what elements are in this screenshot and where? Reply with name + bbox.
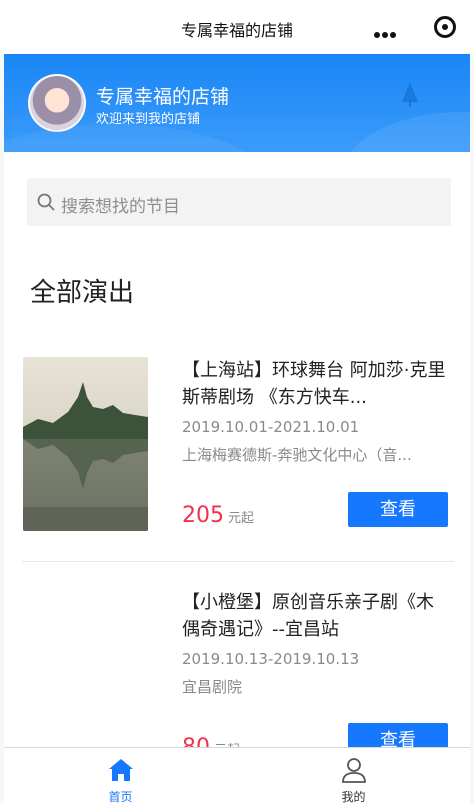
tab-home[interactable]: 首页 [4, 748, 237, 805]
shop-name: 专属幸福的店铺 [96, 86, 230, 108]
shop-header: 专属幸福的店铺 欢迎来到我的店铺 [4, 54, 470, 152]
header-decoration [344, 112, 470, 152]
view-button[interactable]: 查看 [348, 492, 448, 527]
divider [22, 561, 454, 562]
section-title: 全部演出 [30, 278, 135, 308]
shop-welcome: 欢迎来到我的店铺 [96, 112, 201, 127]
event-card[interactable]: 【上海站】环球舞台 阿加莎·克里斯蒂剧场 《东方快车... 2019.10.01… [22, 357, 454, 537]
tab-label: 我的 [341, 790, 366, 804]
search-placeholder: 搜索想找的节目 [61, 197, 180, 217]
lake-image [23, 357, 148, 531]
event-thumbnail[interactable] [23, 357, 148, 531]
more-icon[interactable] [374, 23, 398, 42]
home-icon [109, 759, 133, 781]
right-edge [470, 54, 474, 804]
left-edge [0, 54, 4, 804]
tab-bar: 首页 我的 [4, 747, 470, 805]
event-title[interactable]: 【小橙堡】原创音乐亲子剧《木偶奇遇记》--宜昌站 [182, 589, 450, 643]
event-card[interactable]: 【小橙堡】原创音乐亲子剧《木偶奇遇记》--宜昌站 2019.10.13-2019… [22, 589, 454, 760]
mini-program-capsule [344, 14, 456, 42]
event-date: 2019.10.01-2021.10.01 [182, 418, 360, 436]
close-target-icon[interactable] [434, 16, 456, 38]
tab-label: 首页 [108, 790, 133, 804]
tab-mine[interactable]: 我的 [237, 748, 470, 805]
tree-trunk [409, 101, 411, 107]
tree-icon [402, 82, 418, 102]
user-icon [342, 758, 366, 783]
event-venue: 上海梅赛德斯-奔驰文化中心（音... [182, 446, 412, 464]
price-value: 205 [182, 503, 224, 528]
event-title[interactable]: 【上海站】环球舞台 阿加莎·克里斯蒂剧场 《东方快车... [182, 357, 450, 411]
top-navbar: 专属幸福的店铺 [0, 0, 474, 54]
event-venue: 宜昌剧院 [182, 678, 243, 696]
search-input[interactable]: 搜索想找的节目 [27, 178, 451, 226]
event-price: 205 元起 [182, 503, 254, 528]
avatar[interactable] [28, 74, 86, 132]
search-icon [37, 193, 55, 211]
event-date: 2019.10.13-2019.10.13 [182, 650, 360, 668]
price-unit: 元起 [228, 511, 255, 526]
